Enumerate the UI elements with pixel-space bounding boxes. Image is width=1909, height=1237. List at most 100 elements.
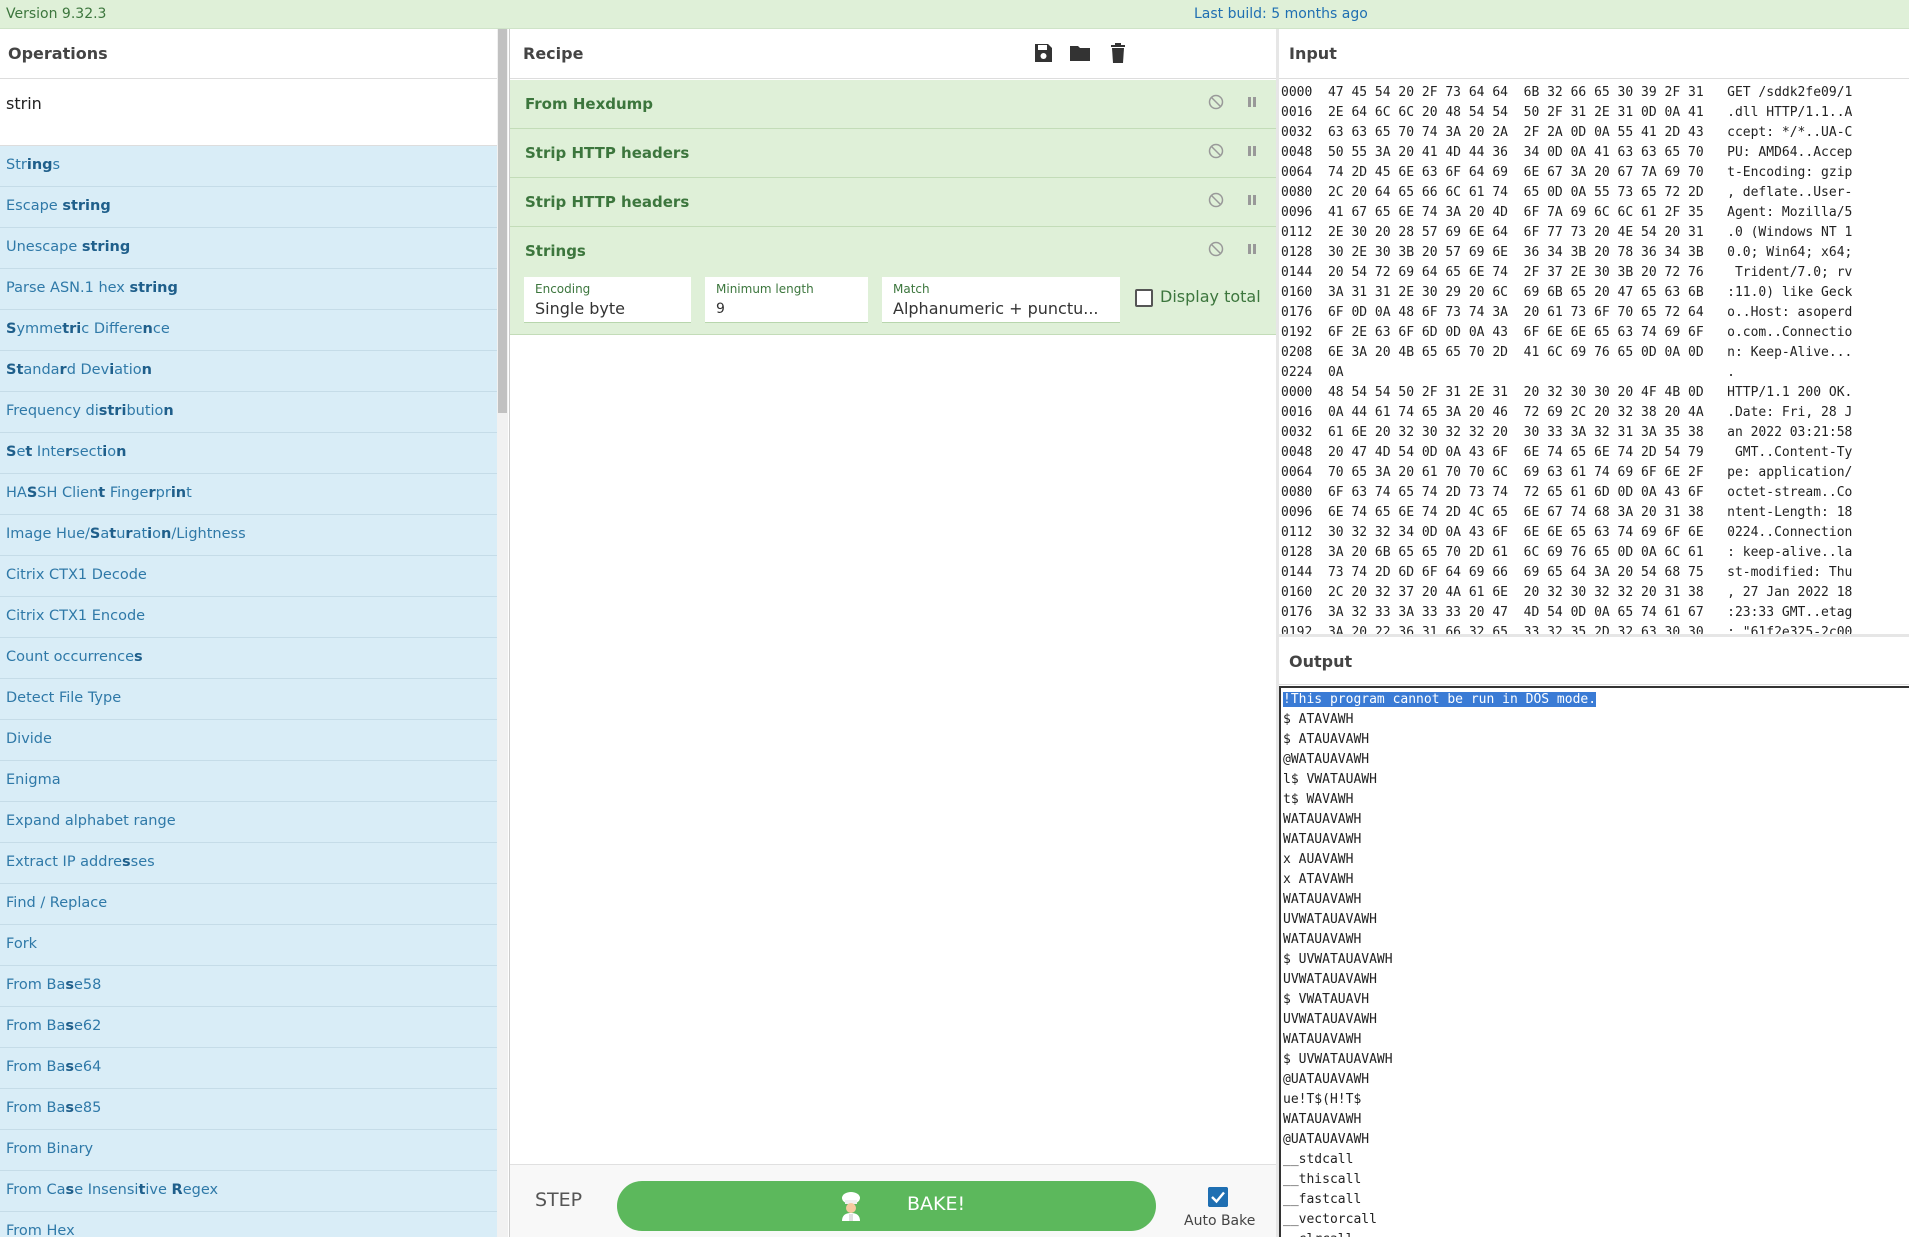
operation-item[interactable]: Extract IP addresses — [0, 843, 497, 884]
pause-icon[interactable] — [1244, 241, 1260, 257]
save-icon[interactable] — [1031, 41, 1055, 65]
search-input[interactable] — [6, 83, 486, 123]
hexdump-line: 0144 73 74 2D 6D 6F 64 69 66 69 65 64 3A… — [1281, 565, 1853, 580]
recipe-op-strip-http-headers[interactable]: Strip HTTP headers — [510, 129, 1277, 178]
pause-icon[interactable] — [1244, 192, 1260, 208]
folder-icon[interactable] — [1068, 41, 1092, 65]
operation-item[interactable]: From Base64 — [0, 1048, 497, 1089]
hexdump-line: 0192 3A 20 22 36 31 66 32 65 33 32 35 2D… — [1281, 625, 1853, 634]
output-line-text: !This program cannot be run in DOS mode. — [1283, 692, 1597, 707]
output-line: @UATAUAVAWH — [1283, 1130, 1909, 1150]
match-value: Alphanumeric + punctu... — [893, 299, 1099, 318]
output-line-text: __thiscall — [1283, 1172, 1362, 1187]
output-textarea[interactable]: !This program cannot be run in DOS mode.… — [1279, 686, 1909, 1237]
operation-item[interactable]: From Binary — [0, 1130, 497, 1171]
output-line: WATAUAVAWH — [1283, 1110, 1909, 1130]
output-line: $ ATAVAWH — [1283, 710, 1909, 730]
auto-bake-checkbox[interactable]: Auto Bake — [1184, 1187, 1264, 1231]
output-line: WATAUAVAWH — [1283, 830, 1909, 850]
output-line-text: l$ VWATAUAWH — [1283, 772, 1377, 787]
operation-item[interactable]: Image Hue/Saturation/Lightness — [0, 515, 497, 556]
operation-item[interactable]: Unescape string — [0, 228, 497, 269]
disable-icon[interactable] — [1208, 241, 1224, 257]
hexdump-line: 0032 63 63 65 70 74 3A 20 2A 2F 2A 0D 0A… — [1281, 125, 1853, 140]
operation-item[interactable]: Find / Replace — [0, 884, 497, 925]
hexdump-line: 0128 30 2E 30 3B 20 57 69 6E 36 34 3B 20… — [1281, 245, 1853, 260]
output-line-text: $ UVWATAUAVAWH — [1283, 952, 1393, 967]
disable-icon[interactable] — [1208, 143, 1224, 159]
operations-list: Strings Escape string Unescape string Parse… — [0, 146, 497, 1237]
operation-item[interactable]: Count occurrences — [0, 638, 497, 679]
operation-item[interactable]: Expand alphabet range — [0, 802, 497, 843]
operation-item[interactable]: Fork — [0, 925, 497, 966]
hexdump-line: 0176 6F 0D 0A 48 6F 73 74 3A 20 61 73 6F… — [1281, 305, 1853, 320]
match-select[interactable]: Match Alphanumeric + punctu... — [882, 277, 1120, 323]
operation-item[interactable]: Frequency distribution — [0, 392, 497, 433]
recipe-op-strings[interactable]: Strings Encoding Single byte Minimum len… — [510, 227, 1277, 335]
operations-scrollbar[interactable] — [497, 29, 508, 1237]
match-label: Match — [893, 282, 930, 296]
encoding-label: Encoding — [535, 282, 591, 296]
recipe-op-name: Strip HTTP headers — [525, 144, 690, 162]
input-textarea[interactable]: 0000 47 45 54 20 2F 73 64 64 6B 32 66 65… — [1279, 80, 1909, 634]
hexdump-line: 0160 3A 31 31 2E 30 29 20 6C 69 6B 65 20… — [1281, 285, 1853, 300]
operation-item[interactable]: Set Intersection — [0, 433, 497, 474]
recipe-title: Recipe — [523, 44, 584, 63]
output-line-text: $ ATAUAVAWH — [1283, 732, 1370, 747]
output-line: WATAUAVAWH — [1283, 890, 1909, 910]
checkbox-box[interactable] — [1135, 289, 1153, 307]
disable-icon[interactable] — [1208, 192, 1224, 208]
hexdump-line: 0064 74 2D 45 6E 63 6F 64 69 6E 67 3A 20… — [1281, 165, 1853, 180]
output-line: WATAUAVAWH — [1283, 810, 1909, 830]
scrollbar-thumb[interactable] — [498, 29, 507, 413]
operations-panel: Operations StringsEscape stringUnescape … — [0, 29, 508, 1237]
hexdump-line: 0096 6E 74 65 6E 74 2D 4C 65 6E 67 74 68… — [1281, 505, 1853, 520]
operations-search — [0, 80, 497, 146]
operation-item[interactable]: Citrix CTX1 Encode — [0, 597, 497, 638]
pause-icon[interactable] — [1244, 94, 1260, 110]
operation-item[interactable]: Parse ASN.1 hex string — [0, 269, 497, 310]
recipe-op-name: Strings — [525, 242, 586, 260]
pause-icon[interactable] — [1244, 143, 1260, 159]
output-line-text: UVWATAUAVAWH — [1283, 1012, 1377, 1027]
minimum-length-field[interactable]: Minimum length 9 — [705, 277, 868, 323]
check-icon[interactable] — [1208, 1187, 1228, 1207]
operation-item[interactable]: Divide — [0, 720, 497, 761]
output-line: WATAUAVAWH — [1283, 930, 1909, 950]
operation-item[interactable]: Detect File Type — [0, 679, 497, 720]
hexdump-line: 0224 0A . — [1281, 365, 1735, 380]
operation-item[interactable]: Standard Deviation — [0, 351, 497, 392]
recipe-op-from-hexdump[interactable]: From Hexdump — [510, 80, 1277, 129]
operation-item[interactable]: Symmetric Difference — [0, 310, 497, 351]
output-line: __vectorcall — [1283, 1210, 1909, 1230]
operation-item[interactable]: Citrix CTX1 Decode — [0, 556, 497, 597]
recipe-header: Recipe — [510, 29, 1277, 79]
operation-item[interactable]: Enigma — [0, 761, 497, 802]
output-header: Output — [1279, 637, 1909, 685]
operation-item[interactable]: HASSH Client Fingerprint — [0, 474, 497, 515]
last-build-link[interactable]: Last build: 5 months ago — [1194, 6, 1368, 22]
operation-item[interactable]: From Base85 — [0, 1089, 497, 1130]
hexdump-line: 0048 20 47 4D 54 0D 0A 43 6F 6E 74 65 6E… — [1281, 445, 1853, 460]
trash-icon[interactable] — [1106, 41, 1130, 65]
operation-item[interactable]: Strings — [0, 146, 497, 187]
operation-item[interactable]: From Case Insensitive Regex — [0, 1171, 497, 1212]
output-line-text: UVWATAUAVAWH — [1283, 972, 1377, 987]
recipe-op-strip-http-headers-2[interactable]: Strip HTTP headers — [510, 178, 1277, 227]
output-line-text: __fastcall — [1283, 1192, 1362, 1207]
step-button[interactable]: STEP — [535, 1189, 582, 1211]
minimum-length-value: 9 — [716, 301, 725, 317]
operation-item[interactable]: From Hex — [0, 1212, 497, 1237]
chef-icon — [842, 1192, 860, 1221]
bake-button[interactable]: BAKE! — [617, 1181, 1156, 1231]
operation-item[interactable]: From Base58 — [0, 966, 497, 1007]
encoding-select[interactable]: Encoding Single byte — [524, 277, 691, 323]
operation-item[interactable]: From Base62 — [0, 1007, 497, 1048]
operation-item[interactable]: Escape string — [0, 187, 497, 228]
display-total-label: Display total — [1160, 287, 1261, 306]
output-line: UVWATAUAVAWH — [1283, 910, 1909, 930]
hexdump-line: 0048 50 55 3A 20 41 4D 44 36 34 0D 0A 41… — [1281, 145, 1853, 160]
hexdump-line: 0016 2E 64 6C 6C 20 48 54 54 50 2F 31 2E… — [1281, 105, 1853, 120]
disable-icon[interactable] — [1208, 94, 1224, 110]
top-bar: Version 9.32.3 Last build: 5 months ago — [0, 0, 1909, 29]
